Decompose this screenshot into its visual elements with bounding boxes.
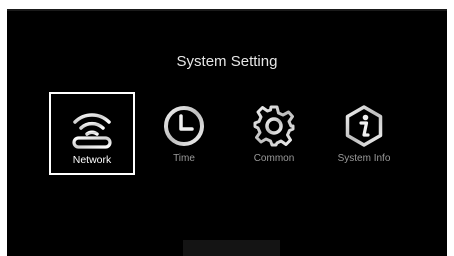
menu-item-network[interactable]: Network	[49, 92, 135, 175]
top-divider	[7, 9, 447, 11]
gear-icon	[253, 105, 295, 147]
menu-item-label: System Info	[337, 153, 391, 164]
wifi-icon	[72, 113, 112, 149]
menu-item-common[interactable]: Common	[231, 92, 317, 175]
clock-icon	[164, 106, 204, 146]
menu-item-system-info[interactable]: System Info	[321, 92, 407, 175]
menu-item-label: Time	[173, 153, 195, 164]
menu-item-time[interactable]: Time	[141, 92, 227, 175]
menu-item-label: Common	[253, 153, 295, 164]
settings-screen: System Setting Network Time Common Syste…	[7, 9, 447, 256]
page-title: System Setting	[176, 53, 278, 70]
bottom-bar	[183, 240, 280, 256]
info-icon	[345, 105, 383, 147]
menu-item-label: Network	[72, 154, 112, 166]
